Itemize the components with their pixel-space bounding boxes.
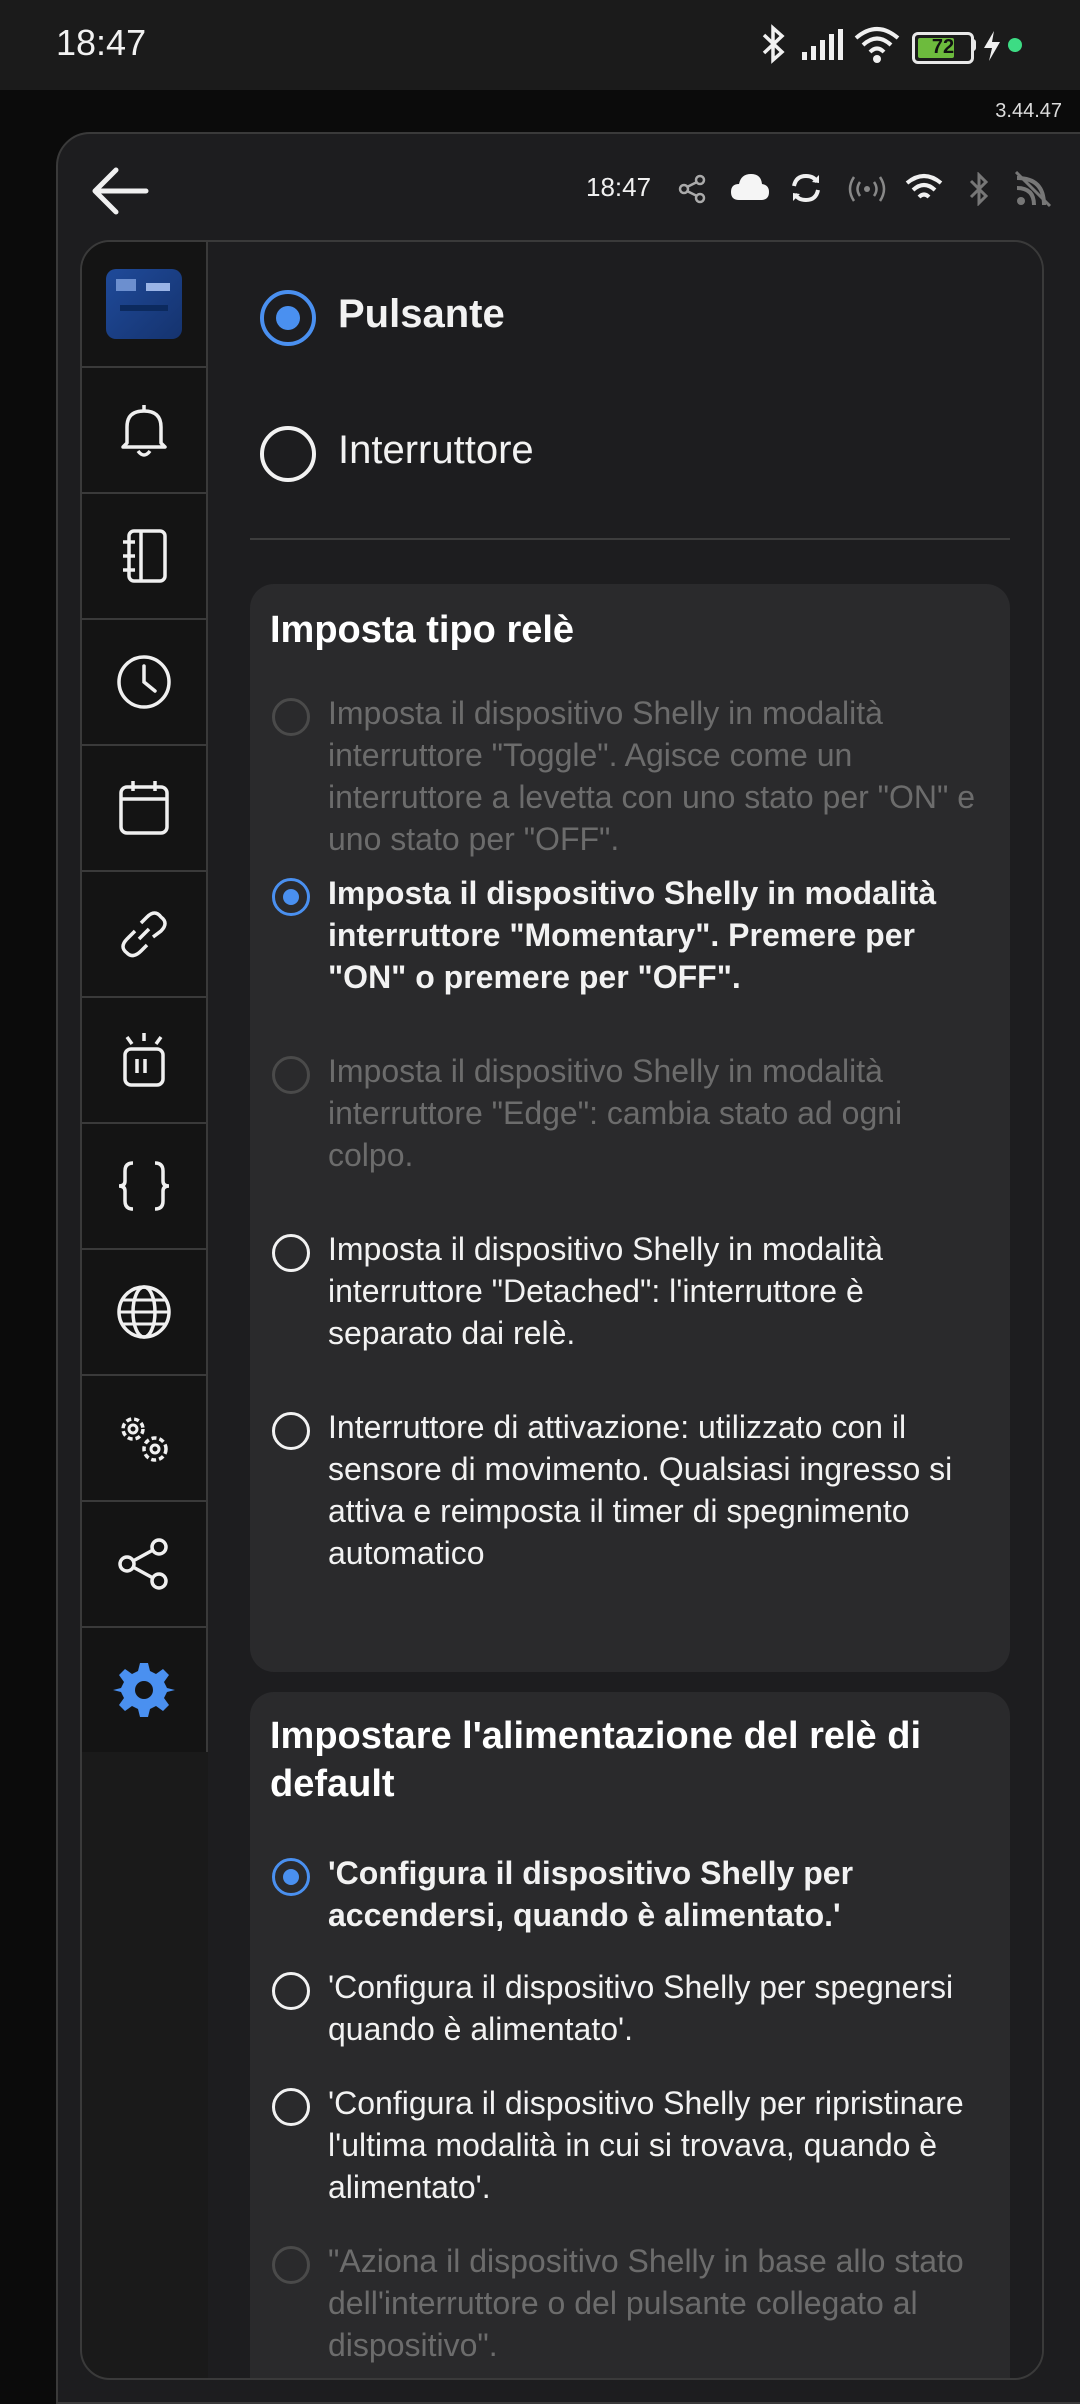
option-text: Imposta il dispositivo Shelly in modalit…	[328, 1053, 903, 1173]
app-top-bar: 18:47	[58, 134, 1080, 244]
battery-icon: 72	[912, 32, 974, 64]
share-icon[interactable]	[678, 174, 708, 204]
app-version: 3.44.47	[995, 100, 1062, 122]
app-bar-time: 18:47	[586, 172, 652, 202]
option-text: Imposta il dispositivo Shelly in modalit…	[328, 875, 937, 995]
section-title: Imposta tipo relè	[270, 609, 575, 651]
sidebar-item-device[interactable]	[82, 242, 206, 368]
sidebar-item-schedules[interactable]	[82, 746, 206, 872]
sidebar-item-network[interactable]	[82, 1250, 206, 1376]
radio-button[interactable]	[272, 1056, 310, 1094]
radio-button[interactable]	[272, 1234, 310, 1272]
alert-icon	[123, 1033, 165, 1087]
relay-option-toggle[interactable]: Imposta il dispositivo Shelly in modalit…	[272, 692, 992, 857]
relay-option-edge[interactable]: Imposta il dispositivo Shelly in modalit…	[272, 1050, 992, 1180]
sync-icon[interactable]	[788, 170, 824, 206]
sidebar-item-log[interactable]	[82, 494, 206, 620]
power-option-switch-state[interactable]: "Aziona il dispositivo Shelly in base al…	[272, 2240, 992, 2370]
radio-button-interruttore[interactable]	[260, 426, 316, 482]
radio-button[interactable]	[272, 1972, 310, 2010]
power-option-on[interactable]: 'Configura il dispositivo Shelly per acc…	[272, 1852, 992, 1942]
radio-button-pulsante[interactable]	[260, 290, 316, 346]
charging-icon	[984, 31, 1000, 61]
sidebar-item-settings[interactable]	[82, 1628, 206, 1752]
device-panel: Pulsante Interruttore Imposta tipo relè …	[80, 240, 1044, 2380]
gears-icon	[121, 1417, 168, 1462]
globe-icon	[117, 1285, 171, 1339]
relay-option-activation[interactable]: Interruttore di attivazione: utilizzato …	[272, 1406, 992, 1576]
radio-button[interactable]	[272, 2246, 310, 2284]
divider	[250, 538, 1010, 540]
radio-button[interactable]	[272, 878, 310, 916]
signal-icon	[802, 29, 843, 60]
radio-button[interactable]	[272, 698, 310, 736]
option-label-interruttore: Interruttore	[338, 428, 534, 472]
battery-label: 72	[931, 36, 955, 58]
device-image	[106, 269, 182, 339]
sidebar-item-timers[interactable]	[82, 620, 206, 746]
broadcast-icon[interactable]	[848, 174, 886, 204]
radio-button[interactable]	[272, 2088, 310, 2126]
cloud-icon[interactable]	[730, 170, 770, 204]
relay-option-momentary[interactable]: Imposta il dispositivo Shelly in modalit…	[272, 872, 992, 1002]
power-default-section: Impostare l'alimentazione del relè di de…	[250, 1692, 1010, 2378]
option-text: Interruttore di attivazione: utilizzato …	[328, 1409, 953, 1571]
settings-content: Pulsante Interruttore Imposta tipo relè …	[208, 242, 1042, 2378]
power-option-off[interactable]: 'Configura il dispositivo Shelly per spe…	[272, 1966, 992, 2056]
status-time: 18:47	[56, 22, 147, 63]
rss-off-icon[interactable]	[1014, 170, 1052, 208]
share-icon	[118, 1538, 168, 1590]
app-window: 18:47 Pulsante Interruttore Imposta tipo…	[56, 132, 1080, 2404]
relay-type-section: Imposta tipo relè Imposta il dispositivo…	[250, 584, 1010, 1672]
battery-tip	[971, 39, 976, 51]
section-title: Impostare l'alimentazione del relè di de…	[270, 1715, 922, 1805]
option-text: 'Configura il dispositivo Shelly per rip…	[328, 2085, 964, 2205]
sidebar-item-share[interactable]	[82, 1502, 206, 1628]
option-text: "Aziona il dispositivo Shelly in base al…	[328, 2243, 964, 2363]
sidebar-nav	[82, 242, 208, 1752]
option-text: Imposta il dispositivo Shelly in modalit…	[328, 1231, 883, 1351]
back-arrow-icon[interactable]	[88, 158, 154, 224]
braces-icon	[118, 1161, 170, 1211]
option-text: 'Configura il dispositivo Shelly per spe…	[328, 1969, 954, 2047]
option-text: 'Configura il dispositivo Shelly per acc…	[328, 1855, 854, 1933]
wifi-status-icon[interactable]	[904, 172, 944, 204]
bell-icon	[121, 405, 167, 457]
wifi-icon	[854, 27, 900, 63]
sidebar-item-notifications[interactable]	[82, 368, 206, 494]
link-icon	[121, 911, 167, 958]
bluetooth-status-icon[interactable]	[968, 172, 990, 206]
sidebar-item-webhooks[interactable]	[82, 998, 206, 1124]
privacy-indicator-dot	[1008, 38, 1022, 52]
radio-button[interactable]	[272, 1412, 310, 1450]
bluetooth-icon	[762, 24, 785, 64]
sidebar-item-actions[interactable]	[82, 872, 206, 998]
power-option-restore[interactable]: 'Configura il dispositivo Shelly per rip…	[272, 2082, 992, 2212]
gear-icon	[113, 1663, 175, 1717]
radio-button[interactable]	[272, 1858, 310, 1896]
option-text: Imposta il dispositivo Shelly in modalit…	[328, 695, 976, 857]
sidebar-item-scripts[interactable]	[82, 1124, 206, 1250]
relay-option-detached[interactable]: Imposta il dispositivo Shelly in modalit…	[272, 1228, 992, 1358]
option-label-pulsante: Pulsante	[338, 292, 505, 336]
clock-icon	[117, 655, 171, 709]
notebook-icon	[123, 529, 167, 583]
calendar-icon	[119, 781, 169, 835]
sidebar-item-advanced[interactable]	[82, 1376, 206, 1502]
